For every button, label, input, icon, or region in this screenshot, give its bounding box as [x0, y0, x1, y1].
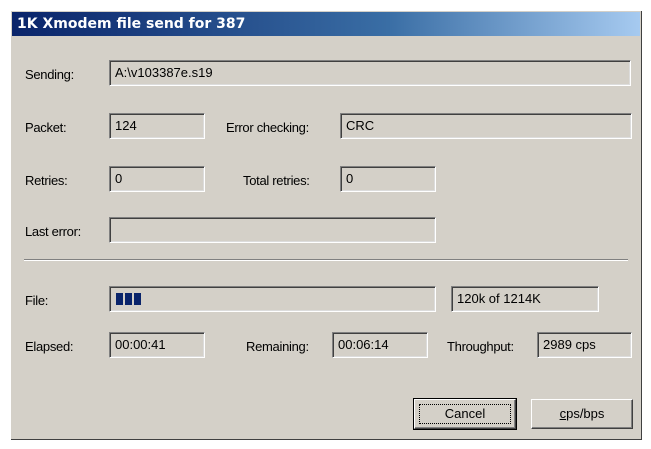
file-progress-bar	[109, 286, 436, 312]
retries-field: 0	[109, 166, 205, 192]
throughput-label: Throughput:	[447, 339, 514, 354]
file-progress-text: 120k of 1214K	[451, 286, 599, 312]
progress-block	[134, 293, 141, 305]
elapsed-label: Elapsed:	[25, 339, 74, 354]
packet-label: Packet:	[25, 120, 67, 135]
window-title[interactable]: 1K Xmodem file send for 387	[12, 12, 640, 36]
file-label: File:	[25, 293, 49, 308]
packet-field: 124	[109, 113, 205, 139]
remaining-field: 00:06:14	[332, 332, 428, 358]
elapsed-field: 00:00:41	[109, 332, 205, 358]
progress-block	[125, 293, 132, 305]
file-progress-fill	[116, 293, 141, 305]
error-checking-label: Error checking:	[226, 120, 309, 135]
remaining-label: Remaining:	[246, 339, 309, 354]
cps-bps-button[interactable]: cps/bps	[531, 399, 633, 429]
retries-label: Retries:	[25, 173, 68, 188]
cancel-button[interactable]: Cancel	[413, 398, 517, 430]
total-retries-field: 0	[340, 166, 436, 192]
error-checking-field: CRC	[340, 113, 632, 139]
progress-block	[116, 293, 123, 305]
total-retries-label: Total retries:	[243, 173, 310, 188]
dialog-window: 1K Xmodem file send for 387 Sending: A:\…	[10, 10, 642, 440]
cancel-focus-ring	[419, 404, 511, 424]
throughput-field: 2989 cps	[537, 332, 632, 358]
cps-bps-button-label: ps/bps	[566, 406, 605, 421]
sending-field: A:\v103387e.s19	[109, 60, 631, 86]
separator	[24, 259, 628, 261]
sending-label: Sending:	[25, 67, 74, 82]
last-error-field	[109, 217, 436, 243]
last-error-label: Last error:	[25, 224, 81, 239]
